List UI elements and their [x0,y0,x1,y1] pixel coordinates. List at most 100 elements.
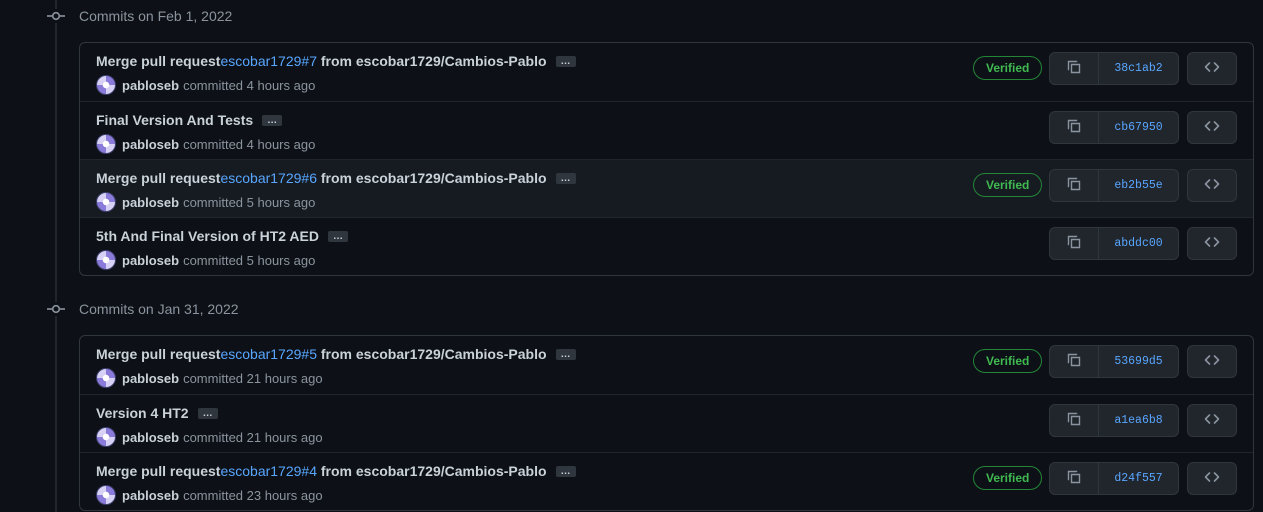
commit-message[interactable]: Merge pull request [96,53,220,69]
browse-repo-button[interactable] [1187,52,1237,85]
verified-badge[interactable]: Verified [973,466,1043,490]
commit-row: Merge pull request escobar1729#7 from es… [80,43,1253,101]
copy-sha-button[interactable] [1050,170,1099,201]
commit-message-suffix[interactable]: from escobar1729/Cambios-Pablo [317,463,547,479]
expand-message-button[interactable]: … [262,114,283,126]
avatar[interactable] [96,485,116,505]
git-commit-icon [47,302,65,316]
code-icon [1204,352,1220,371]
browse-repo-button[interactable] [1187,462,1237,495]
copy-sha-button[interactable] [1050,53,1099,84]
commit-message-suffix[interactable]: from escobar1729/Cambios-Pablo [317,346,547,362]
commit-message-suffix[interactable]: from escobar1729/Cambios-Pablo [317,170,547,186]
commit-meta: pabloseb committed 5 hours ago [96,250,315,270]
commit-row: Version 4 HT2 … pabloseb committed 21 hours… [80,394,1253,452]
browse-repo-button[interactable] [1187,169,1237,202]
commit-row: Merge pull request escobar1729#4 from es… [80,452,1253,510]
commit-message[interactable]: 5th And Final Version of HT2 AED [96,228,319,244]
expand-message-button[interactable]: … [327,230,348,242]
commit-title[interactable]: Merge pull request escobar1729#4 from es… [96,463,576,479]
verified-badge[interactable]: Verified [973,56,1043,80]
pull-request-link[interactable]: escobar1729#7 [220,53,317,69]
code-icon [1204,411,1220,430]
commit-time: committed 5 hours ago [183,252,316,268]
commit-title[interactable]: Merge pull request escobar1729#5 from es… [96,346,576,362]
commit-message[interactable]: Final Version And Tests [96,112,253,128]
author-link[interactable]: pabloseb [122,488,179,503]
expand-message-button[interactable]: … [555,172,576,184]
avatar[interactable] [96,368,116,388]
commit-sha-link[interactable]: d24f557 [1099,463,1178,494]
commit-row: 5th And Final Version of HT2 AED … pablose… [80,217,1253,275]
commit-sha-link[interactable]: cb67950 [1099,112,1178,143]
copy-sha-button[interactable] [1050,346,1099,377]
copy-sha-button[interactable] [1050,112,1099,143]
commit-sha-link[interactable]: eb2b55e [1099,170,1178,201]
sha-button-group: 53699d5 [1049,345,1179,378]
pull-request-link[interactable]: escobar1729#5 [220,346,317,362]
code-icon [1204,118,1220,137]
sha-button-group: a1ea6b8 [1049,404,1179,437]
expand-message-button[interactable]: … [555,348,576,360]
browse-repo-button[interactable] [1187,404,1237,437]
author-link[interactable]: pabloseb [122,430,179,445]
commit-time: committed 21 hours ago [183,429,323,445]
commit-meta: pabloseb committed 4 hours ago [96,75,315,95]
copy-sha-button[interactable] [1050,405,1099,436]
expand-message-button[interactable]: … [555,55,576,67]
sha-button-group: eb2b55e [1049,169,1179,202]
copy-sha-button[interactable] [1050,463,1099,494]
commit-group-date: Commits on Jan 31, 2022 [79,301,239,317]
avatar[interactable] [96,75,116,95]
commit-meta: pabloseb committed 5 hours ago [96,192,315,212]
commit-list: Merge pull request escobar1729#5 from es… [79,335,1254,511]
sha-button-group: abddc00 [1049,227,1179,260]
copy-icon [1066,411,1082,430]
commit-meta: pabloseb committed 4 hours ago [96,134,315,154]
author-link[interactable]: pabloseb [122,78,179,93]
commit-message[interactable]: Merge pull request [96,346,220,362]
commit-title[interactable]: Merge pull request escobar1729#6 from es… [96,170,576,186]
commit-message[interactable]: Merge pull request [96,463,220,479]
avatar[interactable] [96,250,116,270]
commit-title[interactable]: Version 4 HT2 … [96,405,218,421]
author-link[interactable]: pabloseb [122,137,179,152]
commit-title[interactable]: 5th And Final Version of HT2 AED … [96,228,348,244]
browse-repo-button[interactable] [1187,111,1237,144]
code-icon [1204,59,1220,78]
pull-request-link[interactable]: escobar1729#4 [220,463,317,479]
commit-group-date: Commits on Feb 1, 2022 [79,8,233,24]
browse-repo-button[interactable] [1187,345,1237,378]
expand-message-button[interactable]: … [197,407,218,419]
commit-message-suffix[interactable]: from escobar1729/Cambios-Pablo [317,53,547,69]
commit-title[interactable]: Final Version And Tests … [96,112,283,128]
commit-message[interactable]: Version 4 HT2 [96,405,189,421]
copy-sha-button[interactable] [1050,228,1099,259]
commit-time: committed 23 hours ago [183,487,323,503]
commit-sha-link[interactable]: 38c1ab2 [1099,53,1178,84]
author-link[interactable]: pabloseb [122,371,179,386]
browse-repo-button[interactable] [1187,227,1237,260]
expand-message-button[interactable]: … [555,465,576,477]
avatar[interactable] [96,134,116,154]
commit-sha-link[interactable]: a1ea6b8 [1099,405,1178,436]
commit-time: committed 4 hours ago [183,136,316,152]
commit-time: committed 5 hours ago [183,194,316,210]
verified-badge[interactable]: Verified [973,349,1043,373]
commit-sha-link[interactable]: abddc00 [1099,228,1178,259]
pull-request-link[interactable]: escobar1729#6 [220,170,317,186]
avatar[interactable] [96,427,116,447]
commit-group: Commits on Feb 1, 2022 Merge pull request… [0,0,1263,276]
git-commit-icon [47,9,65,23]
verified-badge[interactable]: Verified [973,173,1043,197]
commit-title[interactable]: Merge pull request escobar1729#7 from es… [96,53,576,69]
commit-row: Merge pull request escobar1729#6 from es… [80,159,1253,217]
copy-icon [1066,176,1082,195]
author-link[interactable]: pabloseb [122,253,179,268]
author-link[interactable]: pabloseb [122,195,179,210]
commit-group: Commits on Jan 31, 2022 Merge pull reques… [0,293,1263,511]
commit-message[interactable]: Merge pull request [96,170,220,186]
commit-meta: pabloseb committed 21 hours ago [96,427,323,447]
commit-sha-link[interactable]: 53699d5 [1099,346,1178,377]
avatar[interactable] [96,192,116,212]
